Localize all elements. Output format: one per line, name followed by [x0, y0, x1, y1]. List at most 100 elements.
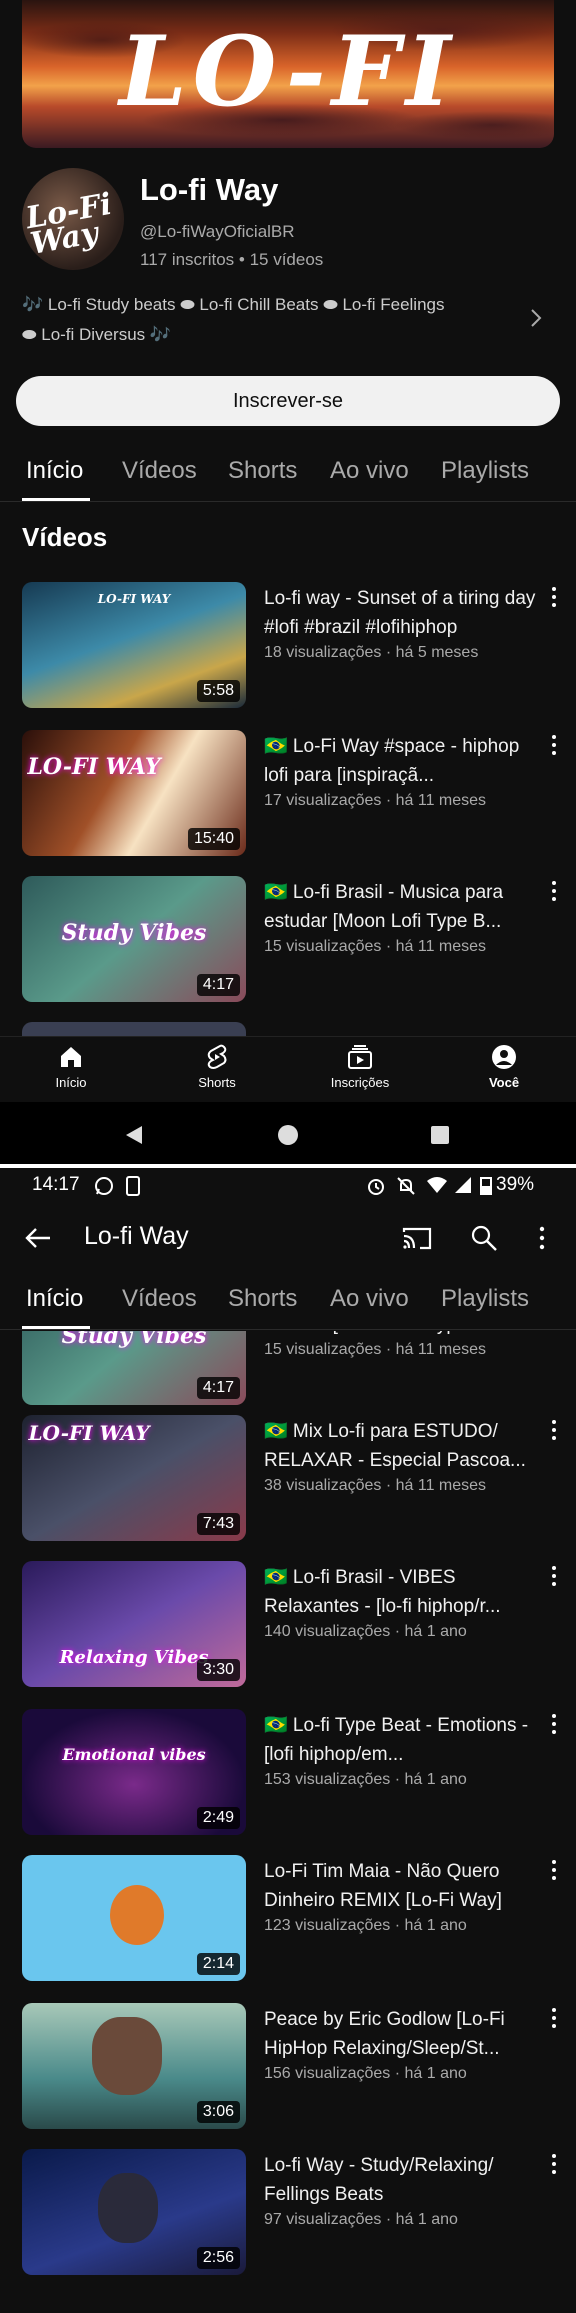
active-tab-indicator — [22, 498, 90, 501]
thumbnail-figure — [98, 2173, 158, 2243]
back-triangle-icon[interactable] — [124, 1124, 144, 1146]
video-duration: 3:06 — [196, 2101, 240, 2123]
tab-ao-vivo[interactable]: Ao vivo — [330, 1270, 409, 1328]
video-duration: 2:14 — [196, 1953, 240, 1975]
video-thumbnail[interactable]: Emotional vibes 2:49 — [22, 1709, 246, 1835]
tab-shorts[interactable]: Shorts — [228, 442, 297, 500]
tab-playlists[interactable]: Playlists — [441, 1270, 529, 1328]
tab-videos[interactable]: Vídeos — [122, 1270, 197, 1328]
tab-ao-vivo[interactable]: Ao vivo — [330, 442, 409, 500]
video-title[interactable]: 🇧🇷 Lo-fi Brasil - Musica para estudar [M… — [264, 1331, 536, 1339]
video-title[interactable]: Peace by Eric Godlow [Lo-Fi HipHop Relax… — [264, 2005, 536, 2063]
channel-description[interactable]: 🎶 Lo-fi Study beats ⬬ Lo-fi Chill Beats … — [22, 290, 522, 350]
video-thumbnail[interactable]: LO-FI WAY 15:40 — [22, 730, 246, 856]
app-bar: Lo-fi Way — [0, 1204, 576, 1270]
video-thumbnail[interactable] — [22, 1022, 246, 1036]
more-options-icon[interactable] — [548, 1859, 560, 1881]
video-thumbnail[interactable]: LO-FI WAY 5:58 — [22, 582, 246, 708]
tab-playlists[interactable]: Playlists — [441, 442, 529, 500]
nav-home[interactable]: Início — [16, 1043, 126, 1090]
battery-percent: 39% — [496, 1174, 535, 1195]
video-thumbnail[interactable]: LO-FI WAY 7:43 — [22, 1415, 246, 1541]
whatsapp-icon — [95, 1177, 113, 1195]
tab-inicio[interactable]: Início — [26, 1270, 83, 1328]
status-bar: 14:17 39% — [0, 1168, 576, 1204]
thumbnail-text: LO-FI WAY — [27, 754, 161, 780]
nav-shorts[interactable]: Shorts — [162, 1043, 272, 1090]
tab-inicio[interactable]: Início — [26, 442, 83, 500]
video-thumbnail[interactable]: 2:56 — [22, 2149, 246, 2275]
chevron-right-icon[interactable] — [528, 306, 544, 330]
tab-shorts[interactable]: Shorts — [228, 1270, 297, 1328]
video-thumbnail[interactable]: Relaxing Vibes 3:30 — [22, 1561, 246, 1687]
video-duration: 15:40 — [187, 828, 240, 850]
video-item[interactable]: 2:14 Lo-Fi Tim Maia - Não Quero Dinheiro… — [0, 1855, 576, 1983]
more-options-icon[interactable] — [548, 2007, 560, 2029]
nav-subscriptions[interactable]: Inscrições — [305, 1043, 415, 1090]
alarm-icon — [368, 1179, 384, 1195]
nav-label: Shorts — [198, 1075, 236, 1090]
back-arrow-icon[interactable] — [24, 1226, 52, 1250]
video-thumbnail[interactable]: 3:06 — [22, 2003, 246, 2129]
system-navigation-bar — [0, 1102, 576, 1168]
nav-label: Inscrições — [330, 1075, 390, 1090]
cast-icon[interactable] — [402, 1226, 432, 1250]
search-icon[interactable] — [470, 1224, 498, 1252]
video-title[interactable]: 🇧🇷 Lo-fi Type Beat - Emotions - [lofi hi… — [264, 1711, 536, 1769]
channel-name: Lo-fi Way — [140, 172, 279, 207]
video-item[interactable]: Emotional vibes 2:49 🇧🇷 Lo-fi Type Beat … — [0, 1709, 576, 1837]
app-bar-title: Lo-fi Way — [84, 1222, 189, 1250]
more-options-icon[interactable] — [548, 586, 560, 608]
more-options-icon[interactable] — [548, 734, 560, 756]
video-meta: 156 visualizações · há 1 ano — [264, 2065, 467, 2082]
video-item-partial[interactable] — [0, 1022, 576, 1036]
video-meta: 17 visualizações · há 11 meses — [264, 792, 487, 809]
signal-icon — [455, 1177, 471, 1193]
battery-icon — [480, 1177, 492, 1195]
channel-tabs-sticky: Início Vídeos Shorts Ao vivo Playlists — [0, 1270, 576, 1330]
video-title[interactable]: 🇧🇷 Lo-Fi Way #space - hiphop lofi para [… — [264, 732, 536, 790]
video-title[interactable]: Lo-fi way - Sunset of a tiring day #lofi… — [264, 584, 536, 642]
more-options-icon[interactable] — [548, 1565, 560, 1587]
video-title[interactable]: Lo-fi Way - Study/Relaxing/ Fellings Bea… — [264, 2151, 536, 2209]
video-meta: 140 visualizações · há 1 ano — [264, 1623, 467, 1640]
tab-videos[interactable]: Vídeos — [122, 442, 197, 500]
nav-you[interactable]: Você — [449, 1043, 559, 1090]
video-title[interactable]: 🇧🇷 Lo-fi Brasil - Musica para estudar [M… — [264, 878, 536, 936]
video-item[interactable]: LO-FI WAY 5:58 Lo-fi way - Sunset of a t… — [0, 582, 576, 710]
video-item[interactable]: Study Vibes 4:17 🇧🇷 Lo-fi Brasil - Music… — [0, 876, 576, 1004]
video-duration: 3:30 — [196, 1659, 240, 1681]
thumbnail-text: Study Vibes — [61, 920, 207, 946]
avatar-logo-text: Lo-Fi Way — [23, 186, 115, 262]
more-options-icon[interactable] — [548, 1419, 560, 1441]
more-options-icon[interactable] — [548, 880, 560, 902]
video-title[interactable]: 🇧🇷 Mix Lo-fi para ESTUDO/ RELAXAR - Espe… — [264, 1417, 536, 1475]
more-vert-icon[interactable] — [536, 1226, 548, 1250]
recents-square-icon[interactable] — [430, 1125, 450, 1145]
video-title[interactable]: 🇧🇷 Lo-fi Brasil - VIBES Relaxantes - [lo… — [264, 1563, 536, 1621]
video-item[interactable]: LO-FI WAY 15:40 🇧🇷 Lo-Fi Way #space - hi… — [0, 730, 576, 858]
thumbnail-text: Emotional vibes — [62, 1745, 206, 1764]
subscribe-button[interactable]: Inscrever-se — [16, 376, 560, 426]
video-thumbnail[interactable]: Study Vibes 4:17 — [22, 1331, 246, 1405]
video-meta: 18 visualizações · há 5 meses — [264, 644, 479, 661]
video-thumbnail[interactable]: 2:14 — [22, 1855, 246, 1981]
video-item[interactable]: Study Vibes 4:17 🇧🇷 Lo-fi Brasil - Music… — [0, 1331, 576, 1407]
video-item[interactable]: LO-FI WAY 7:43 🇧🇷 Mix Lo-fi para ESTUDO/… — [0, 1415, 576, 1543]
more-options-icon[interactable] — [548, 2153, 560, 2175]
channel-description-line: 🎶 Lo-fi Study beats ⬬ Lo-fi Chill Beats … — [22, 295, 445, 314]
home-circle-icon[interactable] — [277, 1124, 299, 1146]
nav-label: Início — [55, 1075, 87, 1090]
video-item[interactable]: Relaxing Vibes 3:30 🇧🇷 Lo-fi Brasil - VI… — [0, 1561, 576, 1689]
video-thumbnail[interactable]: Study Vibes 4:17 — [22, 876, 246, 1002]
video-item[interactable]: 3:06 Peace by Eric Godlow [Lo-Fi HipHop … — [0, 2003, 576, 2131]
more-options-icon[interactable] — [548, 1713, 560, 1735]
video-meta: 153 visualizações · há 1 ano — [264, 1771, 467, 1788]
channel-tabs: Início Vídeos Shorts Ao vivo Playlists — [0, 442, 576, 502]
video-title[interactable]: Lo-Fi Tim Maia - Não Quero Dinheiro REMI… — [264, 1857, 536, 1915]
video-meta: 15 visualizações · há 11 meses — [264, 938, 487, 955]
thumbnail-figure — [92, 2017, 162, 2095]
channel-avatar[interactable]: Lo-Fi Way — [22, 168, 124, 270]
home-icon — [61, 1047, 81, 1067]
video-item[interactable]: 2:56 Lo-fi Way - Study/Relaxing/ Felling… — [0, 2149, 576, 2277]
